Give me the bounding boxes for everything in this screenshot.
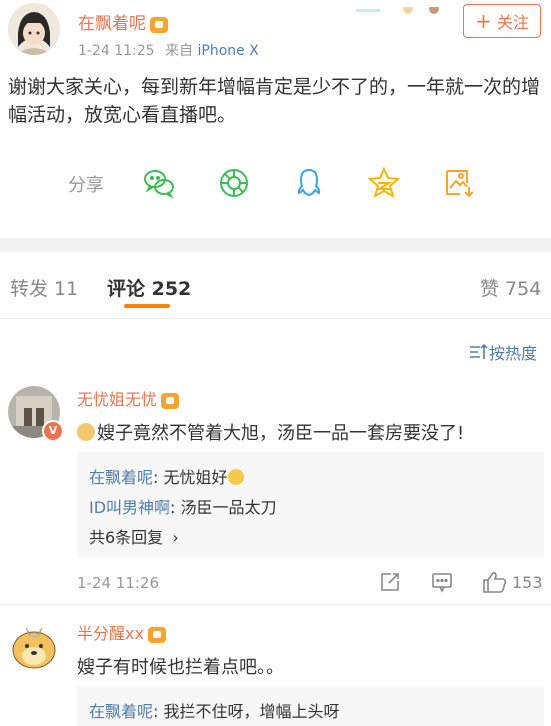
repost-icon [381, 573, 399, 591]
like-comment-button[interactable]: 153 [482, 570, 543, 594]
vip-crown-icon [161, 392, 180, 409]
commenter-name-row: 半分醒xx [77, 620, 166, 644]
vip-crown-icon [147, 626, 166, 643]
save-image-icon[interactable] [442, 166, 476, 200]
tab-reposts[interactable]: 转发 11 [10, 274, 78, 301]
comment-item: 半分醒xx 嫂子有时候也拦着点吧。。 在飘着呢: 我拦不住呀，增幅上头呀 [0, 614, 551, 726]
repost-comment-button[interactable] [378, 570, 402, 594]
post-source-prefix: 来自 [165, 43, 194, 59]
tab-bar: 转发 11 评论 252 赞 754 [0, 252, 551, 319]
comment-icon [432, 573, 452, 593]
sort-label: 按热度 [489, 344, 538, 363]
post-text: 谢谢大家关心，每到新年增幅肯定是少不了的，一年就一次的增幅活动，放宽心看直播吧。 [8, 76, 541, 126]
reply-comment-button[interactable] [430, 570, 454, 594]
wechat-icon[interactable] [142, 166, 176, 200]
chevron-right-icon: › [172, 528, 179, 547]
qzone-icon[interactable] [367, 166, 401, 200]
commenter-name[interactable]: 无忧姐无忧 [77, 390, 157, 409]
reply-box[interactable]: 在飘着呢: 无忧姐好 ID叫男神啊: 汤臣一品太刀 共6条回复 › [77, 452, 544, 558]
sort-icon [470, 343, 488, 359]
commenter-name-row: 无忧姐无忧 [77, 386, 180, 410]
comment-text-row: 嫂子竟然不管着大旭，汤臣一品一套房要没了! [77, 419, 464, 445]
tab-likes[interactable]: 赞 754 [480, 274, 541, 301]
post-meta: 1-24 11:25 来自 iPhone X [78, 40, 259, 60]
comment-item: V 无忧姐无忧 嫂子竟然不管着大旭，汤臣一品一套房要没了! 在飘着呢: 无忧姐好… [0, 378, 551, 604]
follow-button[interactable]: + 关注 [463, 4, 541, 38]
reply-text: 汤臣一品太刀 [180, 498, 277, 517]
reply-line: ID叫男神啊: 汤臣一品太刀 [89, 498, 277, 517]
comment-separator [0, 604, 551, 605]
author-name[interactable]: 在飘着呢 [78, 14, 146, 34]
section-divider [0, 238, 551, 252]
reply-author[interactable]: 在飘着呢 [89, 468, 153, 487]
comment-time: 1-24 11:26 [77, 574, 160, 592]
reply-text: 无忧姐好 [163, 468, 228, 487]
reply-author[interactable]: ID叫男神啊 [89, 498, 170, 517]
active-tab-indicator [124, 304, 170, 308]
vip-crown-icon [150, 16, 168, 33]
plus-icon: + [475, 9, 492, 33]
verified-badge-icon: V [42, 420, 64, 442]
reply-box[interactable]: 在飘着呢: 我拦不住呀，增幅上头呀 [77, 686, 544, 726]
follow-label: 关注 [496, 13, 529, 32]
reply-text: 我拦不住呀，增幅上头呀 [163, 702, 340, 721]
sort-by-hot-button[interactable]: 按热度 [469, 340, 537, 364]
comment-text: 嫂子有时候也拦着点吧。。 [77, 657, 284, 678]
like-count: 153 [512, 572, 543, 592]
doge-emoji-icon [77, 423, 95, 441]
decorative-stickers [356, 0, 456, 14]
share-row: 分享 [0, 160, 551, 206]
author-name-row: 在飘着呢 [78, 9, 168, 34]
commenter-avatar[interactable] [8, 620, 60, 672]
tab-comments[interactable]: 评论 252 [107, 274, 191, 301]
laughing-emoji-icon [227, 469, 244, 485]
post-source[interactable]: iPhone X [197, 43, 258, 59]
comment-text: 嫂子竟然不管着大旭，汤臣一品一套房要没了! [97, 423, 465, 444]
post-time: 1-24 11:25 [78, 43, 155, 59]
post-header: 在飘着呢 1-24 11:25 来自 iPhone X + 关注 [0, 0, 551, 64]
moments-icon[interactable] [217, 166, 251, 200]
reply-line: 在飘着呢: 我拦不住呀，增幅上头呀 [89, 702, 340, 721]
reply-author[interactable]: 在飘着呢 [89, 702, 153, 721]
share-label: 分享 [68, 175, 104, 196]
thumbs-up-icon [483, 572, 507, 593]
reply-line: 在飘着呢: 无忧姐好 [89, 464, 244, 488]
qq-icon[interactable] [292, 166, 326, 200]
more-replies-label: 共6条回复 [89, 528, 164, 547]
more-replies-link[interactable]: 共6条回复 › [89, 524, 179, 548]
author-avatar[interactable] [8, 3, 60, 55]
commenter-name[interactable]: 半分醒xx [77, 624, 144, 643]
